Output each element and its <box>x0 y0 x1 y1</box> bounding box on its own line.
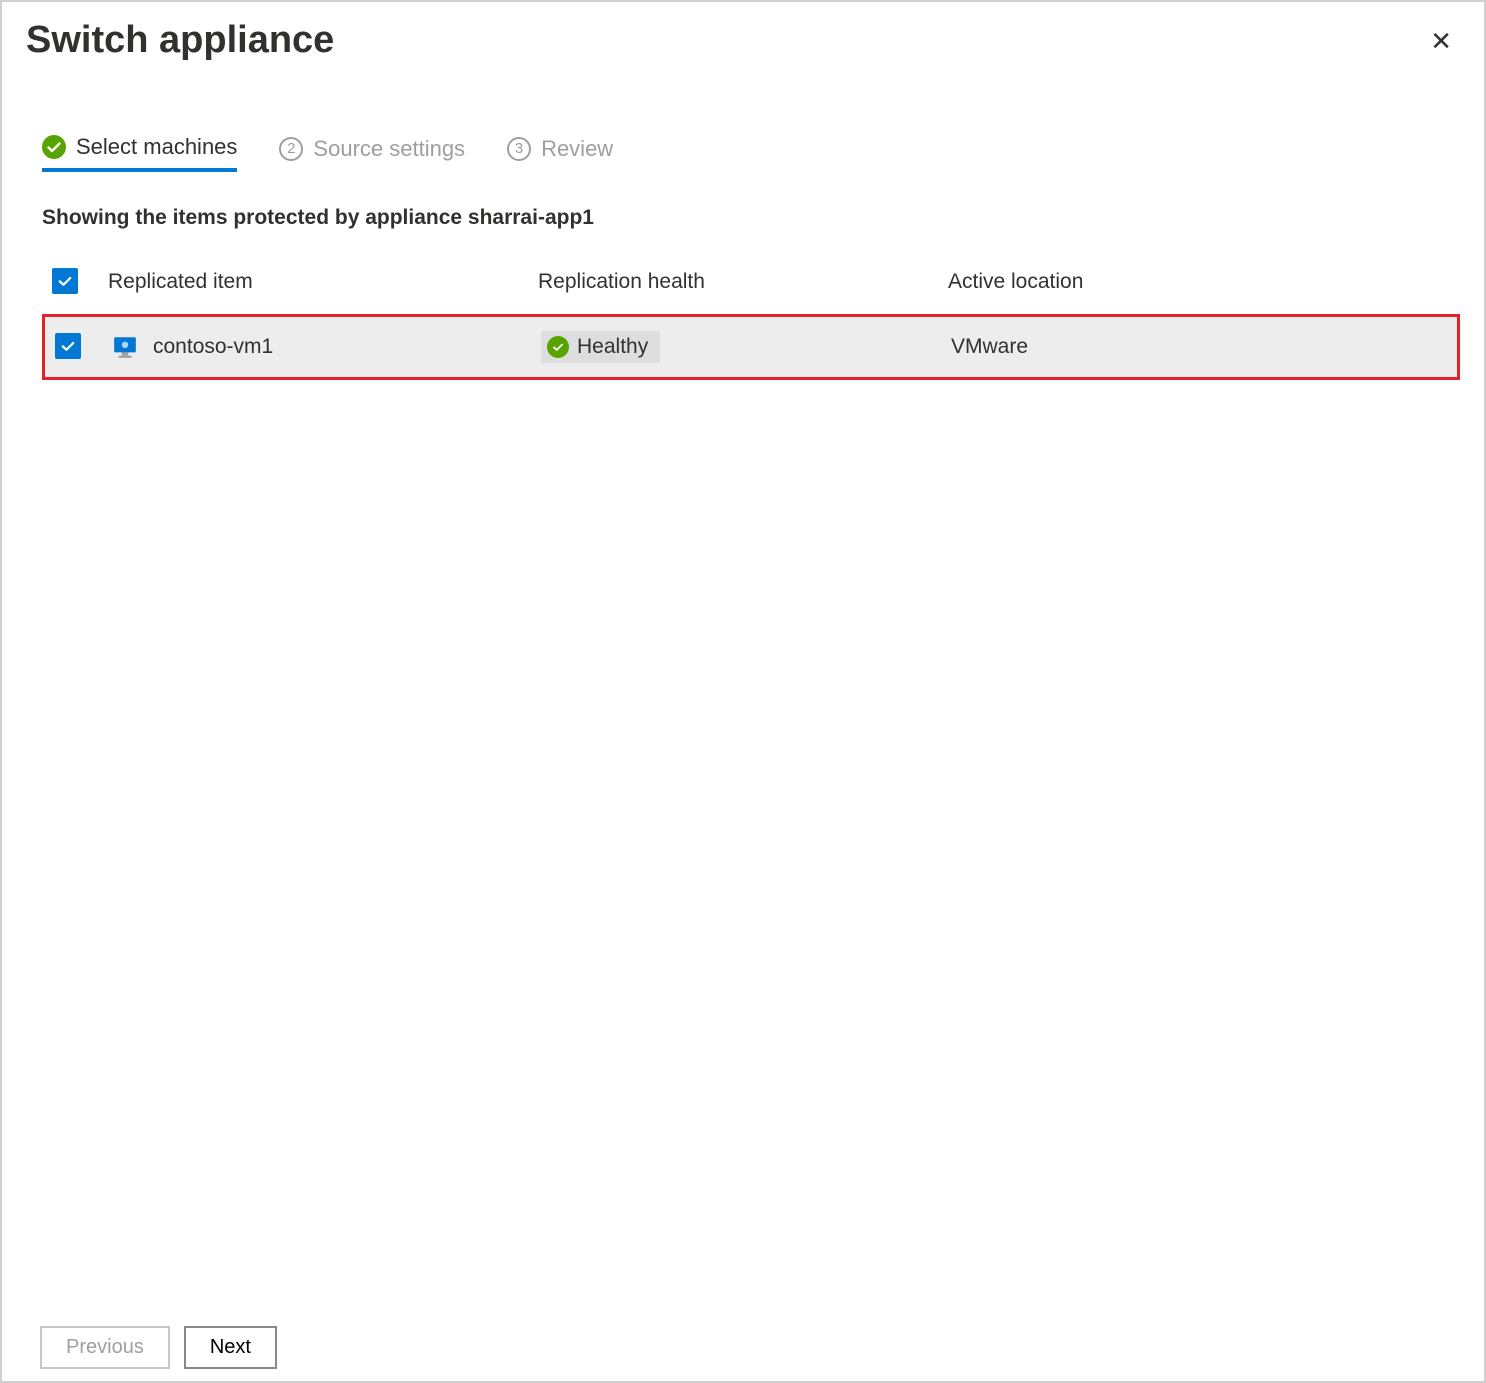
table-row[interactable]: contoso-vm1 Healthy VMware <box>45 317 1457 377</box>
panel-header: Switch appliance ✕ <box>26 24 1460 62</box>
step-number-icon: 3 <box>507 137 531 161</box>
previous-button: Previous <box>40 1326 170 1369</box>
table-header-row: Replicated item Replication health Activ… <box>42 258 1460 314</box>
row-select-cell <box>55 333 111 361</box>
step-label: Select machines <box>76 134 237 160</box>
replicated-item-cell: contoso-vm1 <box>111 333 541 361</box>
health-badge: Healthy <box>541 331 660 363</box>
highlighted-row-frame: contoso-vm1 Healthy VMware <box>42 314 1460 380</box>
select-all-checkbox[interactable] <box>52 268 78 294</box>
check-icon <box>42 135 66 159</box>
spacer <box>26 380 1460 1312</box>
page-title: Switch appliance <box>26 20 334 62</box>
select-all-cell <box>52 268 108 296</box>
step-number-icon: 2 <box>279 137 303 161</box>
vm-icon <box>111 333 139 361</box>
close-icon: ✕ <box>1430 26 1452 56</box>
col-replication-health: Replication health <box>538 270 948 294</box>
step-source-settings[interactable]: 2 Source settings <box>279 136 465 170</box>
wizard-steps: Select machines 2 Source settings 3 Revi… <box>26 134 1460 172</box>
next-button[interactable]: Next <box>184 1326 277 1369</box>
step-label: Source settings <box>313 136 465 162</box>
check-icon <box>547 336 569 358</box>
replication-health-cell: Healthy <box>541 331 951 363</box>
row-checkbox[interactable] <box>55 333 81 359</box>
step-select-machines[interactable]: Select machines <box>42 134 237 172</box>
machines-table: Replicated item Replication health Activ… <box>26 258 1460 380</box>
close-button[interactable]: ✕ <box>1422 24 1460 58</box>
health-label: Healthy <box>577 335 648 359</box>
step-label: Review <box>541 136 613 162</box>
col-replicated-item: Replicated item <box>108 270 538 294</box>
active-location-cell: VMware <box>951 335 1447 359</box>
switch-appliance-panel: Switch appliance ✕ Select machines 2 Sou… <box>0 0 1486 1383</box>
vm-name: contoso-vm1 <box>153 335 273 359</box>
wizard-footer: Previous Next <box>26 1312 1460 1369</box>
step-review[interactable]: 3 Review <box>507 136 613 170</box>
subheading: Showing the items protected by appliance… <box>26 206 1460 230</box>
col-active-location: Active location <box>948 270 1450 294</box>
